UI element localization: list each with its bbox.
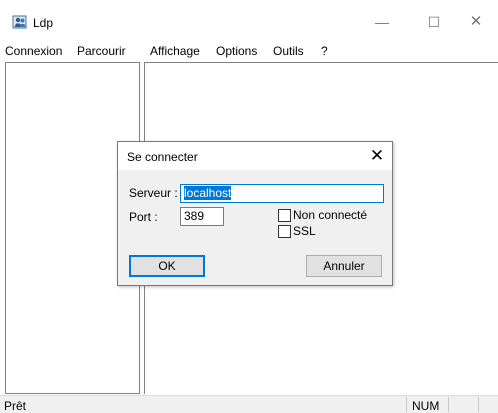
menu-outils[interactable]: Outils	[273, 44, 304, 58]
minimize-button[interactable]: —	[362, 10, 402, 34]
status-separator	[406, 397, 407, 412]
port-input[interactable]: 389	[180, 207, 224, 226]
dialog-title-bar: Se connecter ✕	[118, 142, 392, 170]
title-bar: Ldp — ☐ ✕	[0, 0, 498, 38]
non-connecte-checkbox[interactable]	[278, 209, 291, 222]
menu-options[interactable]: Options	[216, 44, 257, 58]
port-label: Port :	[129, 210, 158, 224]
ssl-label: SSL	[293, 224, 316, 238]
window-title: Ldp	[33, 16, 54, 30]
num-lock-indicator: NUM	[412, 399, 440, 413]
server-label: Serveur :	[129, 186, 178, 200]
menu-bar: Connexion Parcourir Affichage Options Ou…	[0, 38, 498, 61]
dialog-close-icon[interactable]: ✕	[366, 145, 388, 167]
status-bar: Prêt NUM	[0, 395, 498, 413]
cancel-button[interactable]: Annuler	[306, 255, 382, 277]
ldp-app-icon	[12, 15, 27, 29]
ok-button[interactable]: OK	[129, 255, 205, 277]
server-input[interactable]: localhost	[180, 184, 384, 203]
server-input-value: localhost	[184, 186, 232, 200]
menu-help[interactable]: ?	[321, 44, 328, 58]
non-connecte-label: Non connecté	[293, 208, 368, 222]
close-window-button[interactable]: ✕	[456, 10, 496, 34]
connect-dialog: Se connecter ✕ Serveur : localhost Port …	[117, 141, 393, 286]
status-text: Prêt	[4, 399, 27, 413]
menu-affichage[interactable]: Affichage	[150, 44, 200, 58]
menu-parcourir[interactable]: Parcourir	[77, 44, 126, 58]
ssl-checkbox[interactable]	[278, 225, 291, 238]
status-separator	[478, 397, 479, 412]
status-separator	[448, 397, 449, 412]
maximize-button[interactable]: ☐	[414, 10, 454, 34]
menu-connexion[interactable]: Connexion	[5, 44, 62, 58]
dialog-title: Se connecter	[127, 150, 198, 164]
port-input-value: 389	[184, 209, 205, 223]
